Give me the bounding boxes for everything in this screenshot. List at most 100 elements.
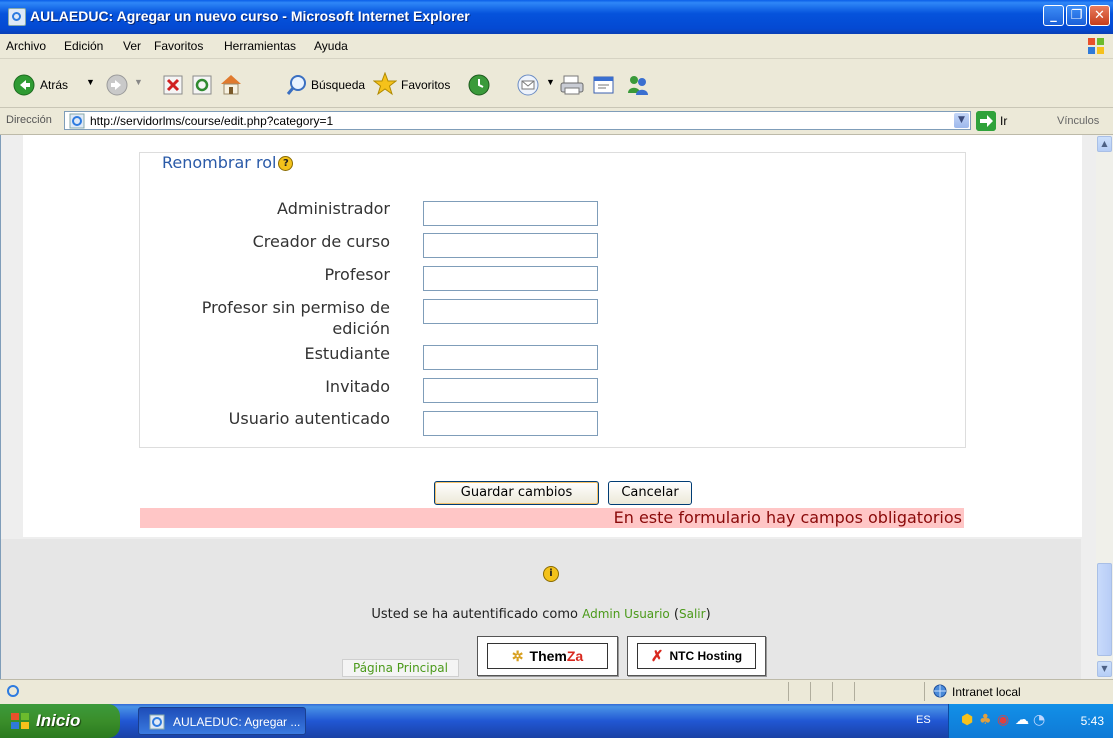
ie-task-icon [149,714,165,730]
taskbar-ie-label[interactable]: AULAEDUC: Agregar ... [173,715,300,729]
login-prefix: Usted se ha autentificado como [371,607,578,622]
scroll-up-arrow-icon[interactable]: ▲ [1097,136,1112,152]
input-invitado[interactable] [423,378,598,403]
toolbar: Atrás ▼ ▼ Búsqueda Favoritos ▼ [0,59,1113,108]
security-shield-icon[interactable]: ⬢ [961,712,973,728]
menu-edicion[interactable]: Edición [64,39,103,53]
menu-ver[interactable]: Ver [123,39,141,53]
address-url[interactable]: http://servidorlms/course/edit.php?categ… [90,114,333,128]
refresh-icon[interactable] [192,75,212,95]
user-name-link[interactable]: Admin Usuario [582,607,670,621]
home-page-link[interactable]: Página Principal [342,659,459,677]
back-dropdown-icon[interactable]: ▼ [86,77,95,87]
status-divider [810,682,811,701]
ntc-hosting-text: NTC Hosting [669,649,743,663]
scroll-down-arrow-icon[interactable]: ▼ [1097,661,1112,677]
menu-ayuda[interactable]: Ayuda [314,39,348,53]
go-arrow-icon[interactable] [976,111,996,131]
menu-herramientas[interactable]: Herramientas [224,39,296,53]
edit-icon[interactable] [592,74,616,96]
label-usuario-autenticado: Usuario autenticado [228,409,390,428]
intranet-globe-icon [933,684,947,698]
wand-icon: ✲ [511,647,524,664]
cancel-button[interactable]: Cancelar [608,481,692,505]
close-button[interactable]: ✕ [1089,5,1110,26]
title-bar: AULAEDUC: Agregar un nuevo curso - Micro… [0,0,1113,34]
themza-text-a: Them [529,648,567,664]
clock: 5:43 [1080,714,1104,728]
input-profesor-sin-permiso[interactable] [423,299,598,324]
messenger-icon[interactable] [625,73,651,97]
search-icon[interactable] [286,74,308,96]
label-invitado: Invitado [325,377,390,396]
language-indicator[interactable]: ES [916,714,931,726]
address-bar: Dirección http://servidorlms/course/edit… [0,108,1113,135]
address-dropdown-icon[interactable]: ▼ [954,113,969,128]
ntc-hosting-badge[interactable]: ✗ NTC Hosting [627,636,766,676]
required-fields-note: En este formulario hay campos obligatori… [140,508,964,528]
links-button[interactable]: Vínculos [1057,115,1099,127]
status-bar: Intranet local [0,679,1113,704]
menu-favoritos[interactable]: Favoritos [154,39,203,53]
forward-arrow-icon[interactable] [106,74,128,96]
address-label: Dirección [6,114,52,126]
themza-text-b: Za [566,648,584,664]
favorites-label[interactable]: Favoritos [401,78,450,92]
input-usuario-autenticado[interactable] [423,411,598,436]
go-button[interactable]: Ir [1000,114,1007,128]
favorites-star-icon[interactable] [373,72,397,96]
network-icon[interactable]: ♣ [979,712,992,728]
input-administrador[interactable] [423,201,598,226]
page-viewport: Renombrar rol? Administrador Creador de … [0,135,1096,679]
start-label[interactable]: Inicio [36,711,80,731]
status-divider [854,682,855,701]
ntc-logo-icon: ✗ [650,648,664,665]
windows-flag-icon [11,713,29,729]
menu-bar: Archivo Edición Ver Favoritos Herramient… [0,34,1113,59]
login-info: Usted se ha autentificado como Admin Usu… [371,607,711,622]
input-profesor[interactable] [423,266,598,291]
back-arrow-icon[interactable] [13,74,35,96]
stop-icon[interactable] [163,75,183,95]
taskbar: Inicio AULAEDUC: Agregar ... ES ⬢ ♣ ◉ ☁ … [0,704,1113,738]
minimize-button[interactable]: _ [1043,5,1064,26]
mail-icon[interactable] [517,73,543,97]
windows-logo-icon [1088,38,1104,54]
status-divider [788,682,789,701]
mail-dropdown-icon[interactable]: ▼ [546,77,555,87]
address-input[interactable]: http://servidorlms/course/edit.php?categ… [64,111,971,130]
search-label[interactable]: Búsqueda [311,78,365,92]
logout-link[interactable]: Salir [679,607,706,621]
ie-status-icon [7,685,19,697]
antivirus-icon[interactable]: ◉ [997,712,1009,728]
status-divider [832,682,833,701]
legend-text: Renombrar rol [162,153,277,172]
messenger-tray-icon[interactable]: ◔ [1033,712,1045,728]
themza-badge[interactable]: ✲ Them Za [477,636,618,676]
scroll-thumb[interactable] [1097,563,1112,656]
forward-dropdown-icon[interactable]: ▼ [134,77,143,87]
print-icon[interactable] [559,73,585,97]
label-profesor: Profesor [324,265,390,284]
maximize-button[interactable]: ❐ [1066,5,1087,26]
label-estudiante: Estudiante [304,344,390,363]
history-icon[interactable] [467,73,491,97]
system-tray: ⬢ ♣ ◉ ☁ ◔ 5:43 [948,704,1113,738]
back-label[interactable]: Atrás [40,78,68,92]
volume-icon[interactable]: ☁ [1015,712,1029,728]
input-creador-de-curso[interactable] [423,233,598,258]
label-creador-de-curso: Creador de curso [252,232,390,251]
help-icon[interactable]: ? [278,156,294,171]
home-icon[interactable] [219,73,243,95]
status-divider [924,682,925,701]
menu-archivo[interactable]: Archivo [6,39,46,53]
taskbar-ie-window[interactable]: AULAEDUC: Agregar ... [138,707,306,735]
start-button[interactable]: Inicio [0,704,120,738]
vertical-scrollbar[interactable]: ▲ ▼ [1096,135,1113,679]
save-changes-button[interactable]: Guardar cambios [434,481,599,505]
input-estudiante[interactable] [423,345,598,370]
label-profesor-sin-permiso: Profesor sin permiso de edición [201,298,390,338]
label-administrador: Administrador [277,199,390,218]
security-zone: Intranet local [952,685,1021,699]
ie-page-icon [69,113,85,129]
